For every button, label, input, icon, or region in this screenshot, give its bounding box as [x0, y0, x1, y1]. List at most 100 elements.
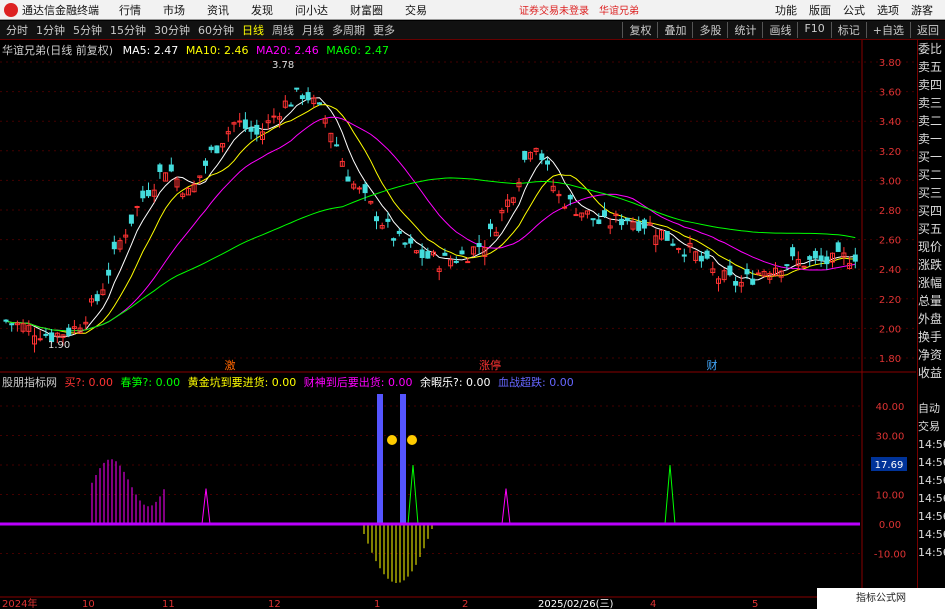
candle-body [727, 265, 733, 276]
sidebar-cell[interactable]: 买一 [918, 148, 945, 166]
candle-body [362, 184, 368, 194]
ind-tick: 40.00 [876, 402, 905, 413]
candle-body [374, 216, 379, 222]
quote-sidebar: 委比 卖五 卖四 卖三 卖二 卖一 买一 买二 买三 买四 买五 现价 涨跌 涨幅 总量 外盘 换手 净资 收益自动… [917, 40, 945, 609]
sidebar-cell[interactable]: 14:56 [918, 472, 945, 490]
candle-body [396, 230, 402, 234]
ind-yuxiale: 余暇乐?: 0.00 [420, 376, 491, 389]
candle-body [750, 278, 756, 285]
ind-caishen: 财神到后要出货: 0.00 [303, 376, 413, 389]
date-label: 4 [650, 599, 656, 609]
sidebar-cell[interactable]: 换手 [918, 328, 945, 346]
sidebar-cell[interactable]: 14:56 [918, 526, 945, 544]
kline-chart[interactable]: 3.80 3.60 3.40 3.20 3.00 2.80 2.60 2.40 2.20 2.00… [0, 0, 945, 609]
candle-body [3, 319, 9, 322]
candle-body [140, 190, 146, 199]
candle-body [9, 323, 15, 326]
event-marker: 激 [225, 358, 236, 372]
candle-body [676, 247, 682, 250]
sidebar-cell[interactable]: 涨幅 [918, 274, 945, 292]
candle-body [299, 95, 305, 100]
smile-icon [407, 435, 417, 445]
candle-body [567, 194, 573, 200]
candle-body [670, 243, 676, 246]
sidebar-cell[interactable]: 外盘 [918, 310, 945, 328]
ind-blue-bar [377, 394, 383, 524]
indicator-legend: 股朋指标网 买?: 0.00 春笋?: 0.00 黄金坑到要进货: 0.00 财… [2, 374, 574, 390]
sidebar-cell[interactable]: 14:56 [918, 508, 945, 526]
ind-blue-bar [400, 394, 406, 524]
sidebar-cell[interactable]: 买二 [918, 166, 945, 184]
candle-body [317, 102, 322, 105]
sidebar-cell[interactable]: 14:56 [918, 490, 945, 508]
sidebar-cell[interactable]: 买四 [918, 202, 945, 220]
candle-body [818, 255, 824, 261]
candle-body [590, 218, 596, 221]
date-label: 2 [462, 599, 468, 609]
price-tick: 3.60 [879, 88, 901, 99]
sidebar-cell[interactable]: 净资 [918, 346, 945, 364]
candle-body [391, 238, 397, 241]
candle-body [106, 269, 112, 276]
candle-body [801, 265, 807, 268]
candle-body [835, 242, 841, 252]
price-tick: 2.00 [879, 324, 901, 335]
candle-body [271, 115, 277, 118]
candle-body [790, 247, 796, 257]
candle-body [294, 87, 300, 90]
price-tick: 2.40 [879, 265, 901, 276]
price-tick: 3.40 [879, 117, 901, 128]
sidebar-cell[interactable]: 买三 [918, 184, 945, 202]
candle-body [254, 124, 260, 135]
date-label: 12 [268, 599, 281, 609]
ind-huangjinkeng: 黄金坑到要进货: 0.00 [187, 376, 297, 389]
sidebar-cell[interactable]: 14:56 [918, 454, 945, 472]
candle-body [459, 250, 465, 255]
candle-body [596, 219, 602, 224]
ind-tick: 10.00 [876, 491, 905, 502]
sidebar-cell[interactable]: 卖一 [918, 130, 945, 148]
candle-body [698, 255, 704, 262]
candle-body [111, 241, 117, 250]
sidebar-cell[interactable]: 卖三 [918, 94, 945, 112]
candle-body [157, 164, 163, 172]
candle-body [288, 104, 294, 107]
sidebar-cell[interactable]: 卖四 [918, 76, 945, 94]
legend-ma60: MA60: 2.47 [326, 44, 389, 57]
date-label: 1 [374, 599, 380, 609]
watermark: 指标公式网 www.zbgs3.com [817, 588, 945, 609]
date-label: 2025/02/26(三) [538, 599, 614, 609]
candle-body [602, 210, 607, 217]
candle-body [812, 250, 818, 259]
price-tick: 2.80 [879, 206, 901, 217]
sidebar-cell[interactable]: 委比 [918, 40, 945, 58]
candle-body [852, 254, 858, 262]
sidebar-cell[interactable]: 涨跌 [918, 256, 945, 274]
candle-body [43, 333, 49, 336]
candle-body [636, 221, 642, 231]
legend-ma10: MA10: 2.46 [185, 44, 249, 57]
sidebar-cell[interactable]: 自动 [918, 400, 945, 418]
legend-stock: 华谊兄弟(日线 前复权) [2, 44, 114, 57]
sidebar-cell[interactable]: 交易 [918, 418, 945, 436]
sidebar-cell[interactable]: 14:56 [918, 544, 945, 562]
sidebar-cell[interactable] [918, 382, 945, 400]
price-tick: 3.20 [879, 147, 901, 158]
price-tick: 3.00 [879, 176, 901, 187]
sidebar-cell[interactable]: 卖二 [918, 112, 945, 130]
sidebar-cell[interactable]: 收益 [918, 364, 945, 382]
sidebar-cell[interactable]: 现价 [918, 238, 945, 256]
candle-body [208, 146, 214, 151]
sidebar-cell[interactable]: 14:56 [918, 436, 945, 454]
candle-body [203, 160, 208, 166]
candle-body [419, 249, 425, 259]
sidebar-cell[interactable]: 卖五 [918, 58, 945, 76]
sidebar-cell[interactable]: 买五 [918, 220, 945, 238]
ind-buy: 买?: 0.00 [64, 376, 114, 389]
sidebar-cell[interactable]: 总量 [918, 292, 945, 310]
candle-body [539, 153, 545, 161]
candle-body [66, 327, 72, 336]
candle-body [408, 238, 414, 244]
date-label: 2024年 [2, 597, 37, 609]
candle-body [744, 268, 750, 275]
